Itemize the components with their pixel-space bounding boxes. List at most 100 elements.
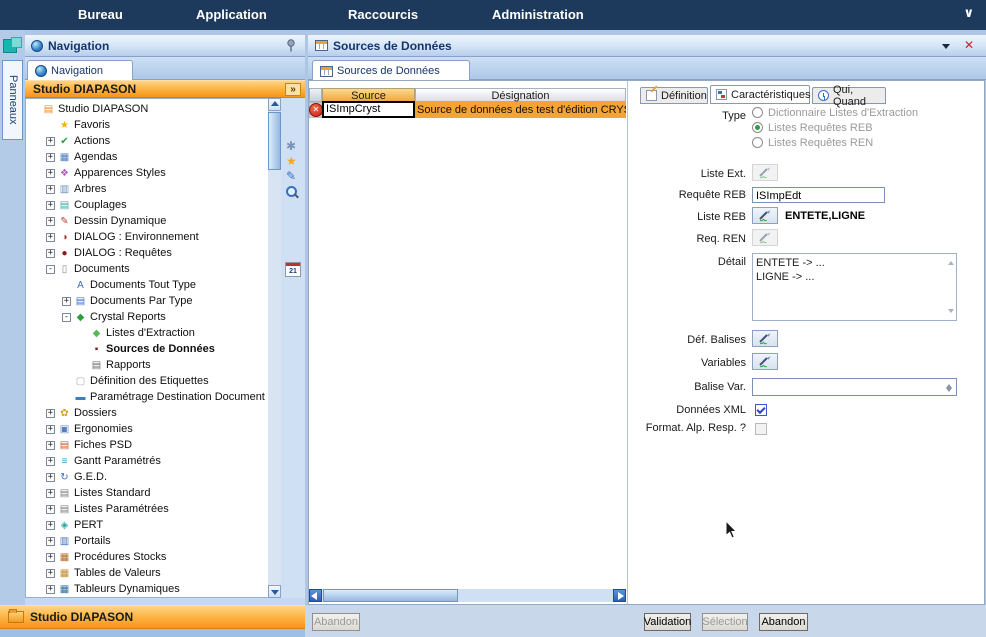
expand-icon[interactable]: + (46, 185, 55, 194)
search-icon[interactable] (286, 186, 299, 199)
expand-icon[interactable]: + (46, 489, 55, 498)
tree-item-studio[interactable]: ▤Studio DIAPASON (27, 101, 267, 117)
tree-item-dossiers[interactable]: +✿Dossiers (27, 405, 267, 421)
calendar-icon[interactable]: 21 (285, 262, 301, 277)
expand-icon[interactable]: + (46, 137, 55, 146)
variables-picker-button[interactable] (752, 353, 778, 370)
tree-item-agendas[interactable]: +▦Agendas (27, 149, 267, 165)
menu-item-application[interactable]: Application (196, 0, 267, 30)
spinner[interactable] (944, 380, 955, 394)
close-icon[interactable]: ✕ (964, 38, 974, 52)
scroll-down-icon[interactable] (268, 585, 281, 598)
tab-navigation[interactable]: Navigation (27, 60, 133, 81)
scrollbar-thumb[interactable] (268, 112, 281, 170)
tree-item-listes-standard[interactable]: +▤Listes Standard (27, 485, 267, 501)
detail-textarea[interactable]: ENTETE -> ... LIGNE -> ... (752, 253, 957, 321)
tree-item-fiches-psd[interactable]: +▤Fiches PSD (27, 437, 267, 453)
scroll-up-icon[interactable] (948, 258, 954, 265)
tree-item-param-dest[interactable]: ▬Paramétrage Destination Document (27, 389, 267, 405)
tree-item-favoris[interactable]: ★Favoris (27, 117, 267, 133)
table-horizontal-scrollbar[interactable] (309, 589, 626, 602)
scroll-down-icon[interactable] (948, 309, 954, 316)
collapse-icon[interactable]: - (46, 265, 55, 274)
cancel-row-icon[interactable] (309, 103, 323, 117)
edit-pen-icon[interactable]: ✎ (286, 170, 296, 183)
tree-item-rapports[interactable]: ▤Rapports (27, 357, 267, 373)
expand-icon[interactable]: + (46, 169, 55, 178)
source-cell-editor[interactable]: ISImpCryst (322, 101, 415, 118)
abandon-button[interactable]: Abandon (759, 613, 808, 631)
expand-icon[interactable]: + (46, 569, 55, 578)
tree-item-def-etiquettes[interactable]: ▢Définition des Etiquettes (27, 373, 267, 389)
scroll-up-icon[interactable] (268, 98, 281, 111)
studio-diapason-group-bar[interactable]: Studio DIAPASON (0, 605, 305, 629)
chevron-down-icon[interactable]: ∨ (963, 5, 974, 21)
expand-icon[interactable]: + (46, 233, 55, 242)
expand-icon[interactable]: + (46, 505, 55, 514)
tree-item-pert[interactable]: +◈PERT (27, 517, 267, 533)
balise-var-input[interactable] (752, 378, 957, 396)
liste-reb-picker-button[interactable] (752, 207, 778, 224)
tree-item-arbres[interactable]: +▥Arbres (27, 181, 267, 197)
def-balises-picker-button[interactable] (752, 330, 778, 347)
scroll-right-icon[interactable] (613, 589, 626, 602)
expand-icon[interactable]: + (46, 585, 55, 594)
tree-item-tableurs[interactable]: +▦Tableurs Dynamiques (27, 581, 267, 597)
expand-icon[interactable]: + (46, 249, 55, 258)
tab-qui-quand[interactable]: Qui, Quand (812, 87, 886, 104)
collapse-icon[interactable]: - (62, 313, 71, 322)
expand-icon[interactable]: + (46, 201, 55, 210)
column-header-designation[interactable]: Désignation (415, 88, 626, 102)
expand-icon[interactable]: + (46, 441, 55, 450)
column-header-source[interactable]: Source (322, 88, 415, 102)
expand-icon[interactable]: + (46, 425, 55, 434)
tree-scrollbar[interactable] (268, 98, 281, 598)
tab-caract-ristiques[interactable]: Caractéristiques (710, 85, 810, 104)
tree-item-dialog-req[interactable]: +●DIALOG : Requêtes (27, 245, 267, 261)
tree-item-dialog-env[interactable]: +◑DIALOG : Environnement (27, 229, 267, 245)
donnees-xml-checkbox[interactable] (755, 404, 767, 416)
designation-cell[interactable]: Source de données des test d'édition CRY… (415, 102, 626, 118)
tree-item-sources-donnees[interactable]: ▪Sources de Données (27, 341, 267, 357)
tree-item-apparences[interactable]: +❖Apparences Styles (27, 165, 267, 181)
tree-item-ged[interactable]: +↻G.E.D. (27, 469, 267, 485)
menu-item-administration[interactable]: Administration (492, 0, 584, 30)
expand-icon[interactable]: + (46, 409, 55, 418)
tree-item-listes-parametrees[interactable]: +▤Listes Paramétrées (27, 501, 267, 517)
validation-button[interactable]: Validation (644, 613, 691, 631)
scroll-left-icon[interactable] (309, 589, 322, 602)
expand-icon[interactable]: + (62, 297, 71, 306)
tree-item-listes-extraction[interactable]: ◆Listes d'Extraction (27, 325, 267, 341)
pin-icon[interactable] (286, 39, 296, 57)
tree-item-dessin[interactable]: +✎Dessin Dynamique (27, 213, 267, 229)
menu-item-bureau[interactable]: Bureau (78, 0, 123, 30)
favorite-star-icon[interactable]: ★ (286, 155, 297, 168)
tree-item-gantt[interactable]: +≡Gantt Paramétrés (27, 453, 267, 469)
tree-item-documents[interactable]: -▯Documents (27, 261, 267, 277)
expand-icon[interactable]: + (46, 473, 55, 482)
tree-item-doc-par-type[interactable]: +▤Documents Par Type (27, 293, 267, 309)
tab-sources-de-donnees[interactable]: Sources de Données (312, 60, 470, 81)
menu-item-raccourcis[interactable]: Raccourcis (348, 0, 418, 30)
tab-d-finition[interactable]: Définition (640, 87, 708, 104)
caret-down-icon[interactable] (942, 44, 950, 53)
expand-icon[interactable]: + (46, 537, 55, 546)
tree-item-portails[interactable]: +▥Portails (27, 533, 267, 549)
tree-item-proc-stocks[interactable]: +▦Procédures Stocks (27, 549, 267, 565)
expand-icon[interactable]: + (46, 553, 55, 562)
tree-item-actions[interactable]: +✔Actions (27, 133, 267, 149)
expand-icon[interactable]: + (46, 457, 55, 466)
tree-item-ergonomies[interactable]: +▣Ergonomies (27, 421, 267, 437)
tree-item-doc-tout-type[interactable]: ADocuments Tout Type (27, 277, 267, 293)
panels-icon[interactable] (3, 37, 21, 53)
expand-icon[interactable]: + (46, 153, 55, 162)
expand-icon[interactable]: + (46, 521, 55, 530)
requete-reb-input[interactable]: ISImpEdt (752, 187, 885, 203)
scrollbar-thumb[interactable] (323, 589, 458, 602)
settings-star-icon[interactable]: ✱ (286, 140, 296, 153)
tree-item-couplages[interactable]: +▤Couplages (27, 197, 267, 213)
panneaux-tab[interactable]: Panneaux (2, 60, 23, 140)
tree-item-tables-valeurs[interactable]: +▦Tables de Valeurs (27, 565, 267, 581)
collapse-panel-button[interactable]: » (285, 83, 301, 96)
tree-item-crystal[interactable]: -◆Crystal Reports (27, 309, 267, 325)
